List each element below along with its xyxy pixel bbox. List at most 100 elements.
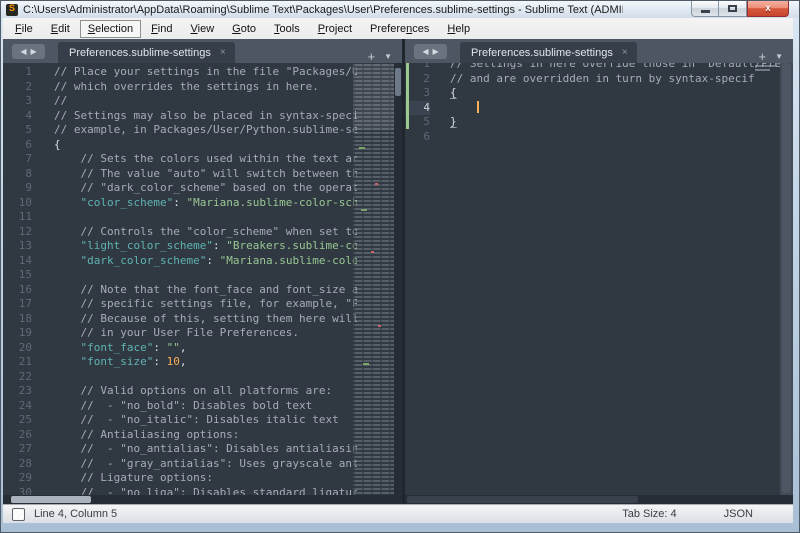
code-line[interactable]: } [450,115,793,130]
menu-tools[interactable]: Tools [266,20,308,38]
new-tab-button[interactable]: + [367,50,375,63]
token-number: 10 [167,355,180,368]
code-line[interactable]: // Place your settings in the file "Pack… [54,65,357,80]
code-line[interactable]: // which overrides the settings in here. [54,80,357,95]
horizontal-scrollbar-thumb[interactable] [11,496,91,503]
code-line[interactable]: // [54,94,357,109]
menu-project[interactable]: Project [310,20,360,38]
tab-nav-buttons: ◀ ▶ [414,44,447,59]
horizontal-scrollbar-right[interactable] [405,495,793,504]
close-button[interactable]: x [747,1,789,17]
next-tab-arrow-icon[interactable]: ▶ [433,48,439,56]
code-line[interactable]: "light_color_scheme": "Breakers.sublime-… [54,239,357,254]
tab-size-status[interactable]: Tab Size: 4 [622,508,676,520]
code-line[interactable]: { [450,86,793,101]
vertical-scrollbar-left[interactable] [394,63,402,495]
token-comment: // Ligature options: [54,471,213,484]
menu-help[interactable]: Help [439,20,478,38]
next-tab-arrow-icon[interactable]: ▶ [31,48,37,56]
line-number: 24 [3,399,32,414]
pane-right: ◀ ▶ Preferences.sublime-settings × + ▼ 1… [405,39,793,504]
minimize-icon [701,10,710,13]
code-line[interactable]: // example, in Packages/User/Python.subl… [54,123,357,138]
code-line[interactable] [54,210,357,225]
minimap[interactable] [353,63,394,495]
code-line[interactable] [450,101,793,116]
maximize-button[interactable] [719,1,747,17]
code-line[interactable] [54,370,357,385]
minimap-right[interactable] [755,65,777,73]
code-line[interactable]: "font_size": 10, [54,355,357,370]
editor-left[interactable]: 1234567891011121314151617181920212223242… [3,63,402,495]
code-line[interactable]: // - "no_italic": Disables italic text [54,413,357,428]
minimap-mark [363,363,369,365]
tab-preferences-right[interactable]: Preferences.sublime-settings × [460,42,637,63]
minimap-mark [378,325,381,327]
code-line[interactable]: "dark_color_scheme": "Mariana.sublime-co… [54,254,357,269]
token-string: "" [167,341,180,354]
menu-preferences[interactable]: Preferences [362,20,437,38]
token-string: "Mariana.sublime-colo [220,254,357,267]
code-line[interactable]: // Antialiasing options: [54,428,357,443]
menu-view[interactable]: View [183,20,223,38]
code-line[interactable]: // and are overridden in turn by syntax-… [450,72,793,87]
code-right[interactable]: // Settings in here override those in "D… [439,63,793,495]
code-left[interactable]: // Place your settings in the file "Pack… [41,63,357,495]
code-line[interactable]: // The value "auto" will switch between … [54,167,357,182]
code-line[interactable]: "color_scheme": "Mariana.sublime-color-s… [54,196,357,211]
new-tab-button[interactable]: + [758,50,766,63]
menu-goto[interactable]: Goto [224,20,264,38]
tab-overflow-icon[interactable]: ▼ [384,53,392,61]
code-line[interactable]: // Sets the colors used within the text … [54,152,357,167]
code-line[interactable]: { [54,138,357,153]
line-number: 9 [3,181,32,196]
menu-find[interactable]: Find [143,20,180,38]
code-line[interactable]: // Settings in here override those in "D… [450,63,793,72]
code-line[interactable]: // - "no_liga": Disables standard ligatu… [54,486,357,496]
title-bar[interactable]: C:\Users\Administrator\AppData\Roaming\S… [1,1,799,18]
tab-label: Preferences.sublime-settings [69,47,211,59]
tab-preferences-left[interactable]: Preferences.sublime-settings × [58,42,235,63]
code-line[interactable]: // - "gray_antialias": Uses grayscale an… [54,457,357,472]
code-line[interactable]: // Controls the "color_scheme" when set … [54,225,357,240]
code-line[interactable]: // "dark_color_scheme" based on the oper… [54,181,357,196]
code-line[interactable]: // Ligature options: [54,471,357,486]
tab-overflow-icon[interactable]: ▼ [775,53,783,61]
vertical-scrollbar-right[interactable] [780,63,793,495]
horizontal-scrollbar-left[interactable] [3,495,402,504]
menu-edit[interactable]: Edit [43,20,78,38]
code-line[interactable]: "font_face": "", [54,341,357,356]
tab-close-icon[interactable]: × [220,47,226,58]
vertical-scrollbar-thumb[interactable] [395,68,401,96]
line-number: 23 [3,384,32,399]
prev-tab-arrow-icon[interactable]: ◀ [422,48,428,56]
code-line[interactable]: // Because of this, setting them here wi… [54,312,357,327]
line-number: 13 [3,239,32,254]
minimap-mark [361,209,367,211]
code-line[interactable]: // Settings may also be placed in syntax… [54,109,357,124]
vintage-mode-icon[interactable] [12,508,25,521]
minimap-line [755,65,777,67]
menu-file[interactable]: File [7,20,41,38]
prev-tab-arrow-icon[interactable]: ◀ [20,48,26,56]
code-line[interactable]: // in your User File Preferences. [54,326,357,341]
minimap-viewport[interactable] [353,64,394,130]
code-line[interactable]: // - "no_antialias": Disables antialiasi… [54,442,357,457]
menu-selection[interactable]: Selection [80,20,141,38]
horizontal-scrollbar-thumb[interactable] [407,496,638,503]
minimize-button[interactable] [691,1,719,17]
vertical-scrollbar-thumb[interactable] [782,63,791,493]
code-line[interactable]: // specific settings file, for example, … [54,297,357,312]
code-line[interactable]: // - "no_bold": Disables bold text [54,399,357,414]
code-line[interactable]: // Valid options on all platforms are: [54,384,357,399]
gutter-right: 123456 [405,63,439,495]
editor-right[interactable]: 123456 // Settings in here override thos… [405,63,793,495]
code-line[interactable] [54,268,357,283]
syntax-status[interactable]: JSON [724,508,753,520]
token-comment: // Antialiasing options: [54,428,239,441]
caret-position-status[interactable]: Line 4, Column 5 [34,508,117,520]
tab-actions: + ▼ [367,50,402,63]
code-line[interactable] [450,130,793,145]
code-line[interactable]: // Note that the font_face and font_size… [54,283,357,298]
tab-close-icon[interactable]: × [622,47,628,58]
